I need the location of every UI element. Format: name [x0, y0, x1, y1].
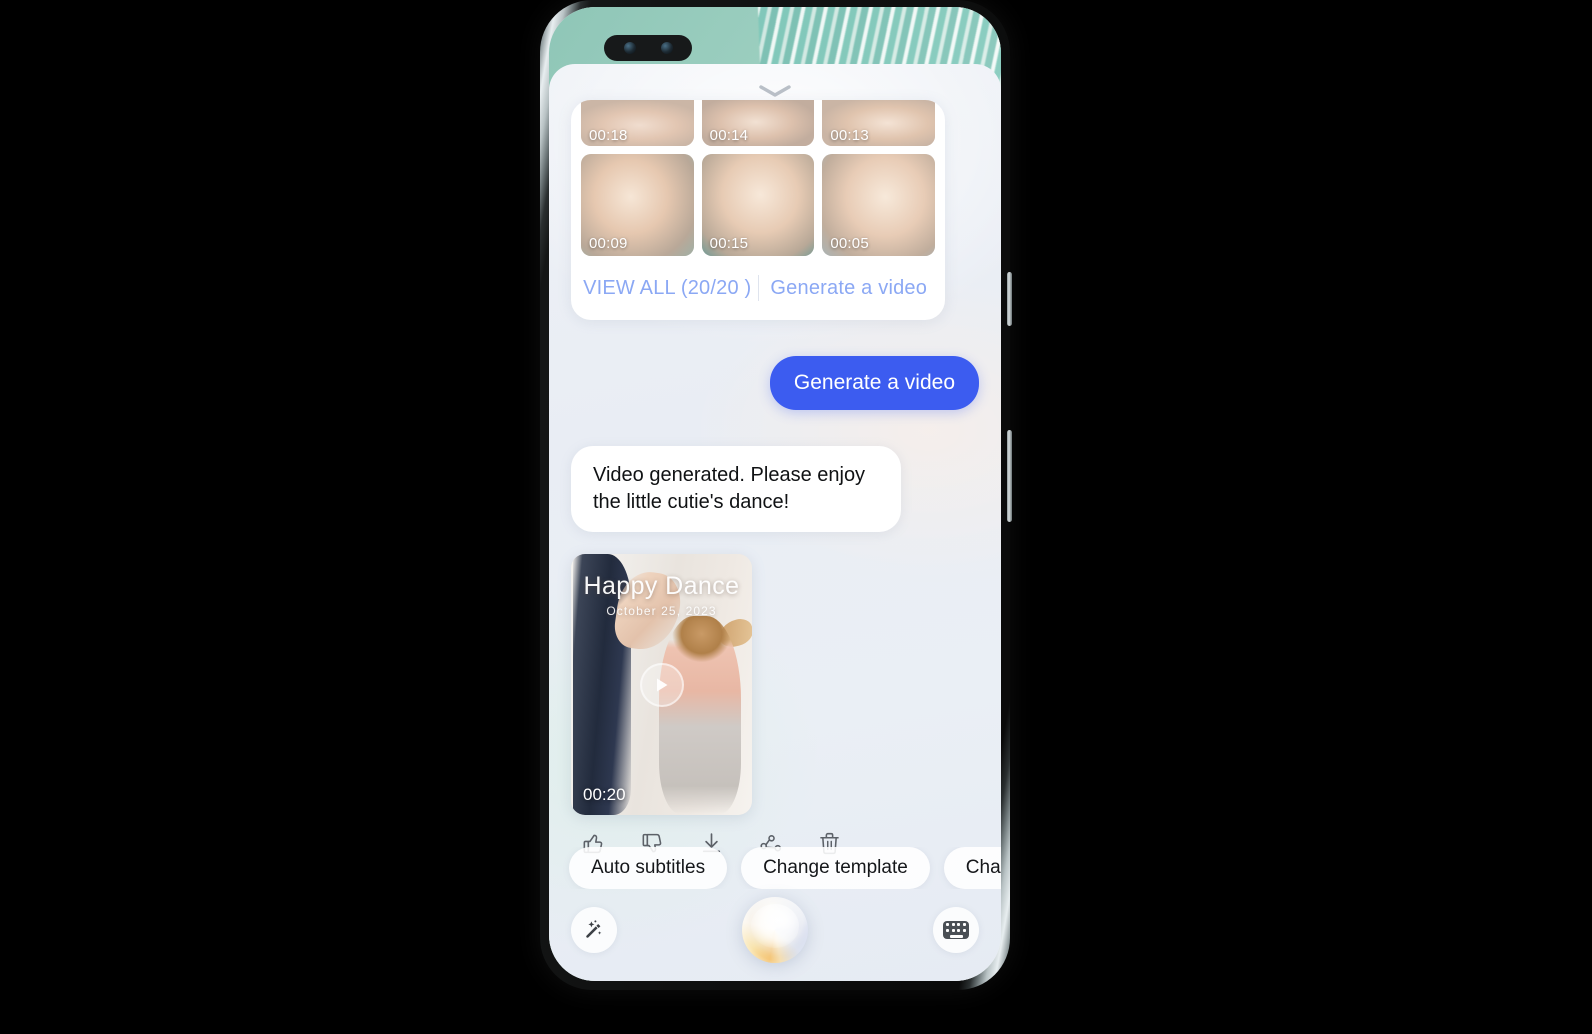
thumbnail-duration: 00:05 [830, 235, 869, 252]
thumbnail-duration: 00:14 [709, 127, 749, 144]
magic-wand-button[interactable] [571, 907, 617, 953]
chevron-down-icon [759, 85, 791, 97]
assistant-bottom-bar [549, 893, 1001, 981]
collapse-panel-handle[interactable] [549, 78, 1001, 104]
chip-auto-subtitles[interactable]: Auto subtitles [569, 847, 728, 889]
assistant-message-bubble: Video generated. Please enjoy the little… [571, 446, 901, 532]
phone-device: 00:18 00:14 00:13 00:09 00:15 00:05 VIEW… [540, 0, 1012, 990]
power-button[interactable] [1007, 272, 1012, 326]
poster-figure-child [659, 616, 741, 814]
video-title-overlay: Happy Dance October 25, 2023 [571, 572, 752, 618]
user-message-bubble[interactable]: Generate a video [769, 356, 979, 410]
camera-lens-icon [623, 42, 636, 54]
view-all-link[interactable]: VIEW ALL (20/20 ) [577, 277, 758, 300]
keyboard-icon [943, 921, 969, 939]
video-title: Happy Dance [583, 572, 740, 600]
thumbnail-duration: 00:09 [589, 235, 628, 252]
thumbnail-item[interactable]: 00:15 [701, 154, 815, 256]
keyboard-button[interactable] [933, 907, 979, 953]
magic-wand-icon [586, 920, 602, 938]
volume-button[interactable] [1007, 430, 1012, 522]
thumbnail-item[interactable]: 00:14 [701, 100, 815, 146]
thumbnail-duration: 00:18 [589, 127, 628, 144]
play-icon [656, 678, 667, 691]
media-card-actions: VIEW ALL (20/20 ) Generate a video [571, 262, 945, 314]
play-button[interactable] [639, 662, 684, 707]
media-selection-card: 00:18 00:14 00:13 00:09 00:15 00:05 VIEW… [571, 100, 945, 320]
phone-screen: 00:18 00:14 00:13 00:09 00:15 00:05 VIEW… [549, 7, 1001, 981]
thumbnail-duration: 00:15 [709, 235, 749, 252]
assistant-panel: 00:18 00:14 00:13 00:09 00:15 00:05 VIEW… [549, 64, 1001, 981]
thumbnail-grid: 00:18 00:14 00:13 00:09 00:15 00:05 [571, 100, 945, 256]
conversation-scroll-area[interactable]: 00:18 00:14 00:13 00:09 00:15 00:05 VIEW… [549, 100, 1001, 855]
front-camera-cutout [604, 35, 692, 61]
user-message-row: Generate a video [571, 356, 979, 410]
thumbnail-duration: 00:13 [830, 127, 869, 144]
thumbnail-item[interactable]: 00:13 [822, 100, 935, 146]
chip-change-music[interactable]: Change music [943, 847, 1001, 889]
video-duration: 00:20 [583, 785, 626, 804]
video-date: October 25, 2023 [606, 604, 717, 618]
generated-video-card[interactable]: Happy Dance October 25, 2023 00:20 [571, 554, 752, 815]
generate-a-video-link[interactable]: Generate a video [759, 277, 940, 300]
suggestion-chip-row[interactable]: Auto subtitles Change template Change mu… [549, 847, 1001, 889]
thumbnail-item[interactable]: 00:18 [581, 100, 694, 146]
camera-lens-icon [660, 42, 673, 54]
voice-assistant-orb-button[interactable] [742, 897, 808, 963]
assistant-message-row: Video generated. Please enjoy the little… [571, 446, 979, 532]
thumbnail-item[interactable]: 00:09 [581, 154, 694, 256]
chip-change-template[interactable]: Change template [741, 847, 930, 889]
thumbnail-item[interactable]: 00:05 [822, 154, 935, 256]
